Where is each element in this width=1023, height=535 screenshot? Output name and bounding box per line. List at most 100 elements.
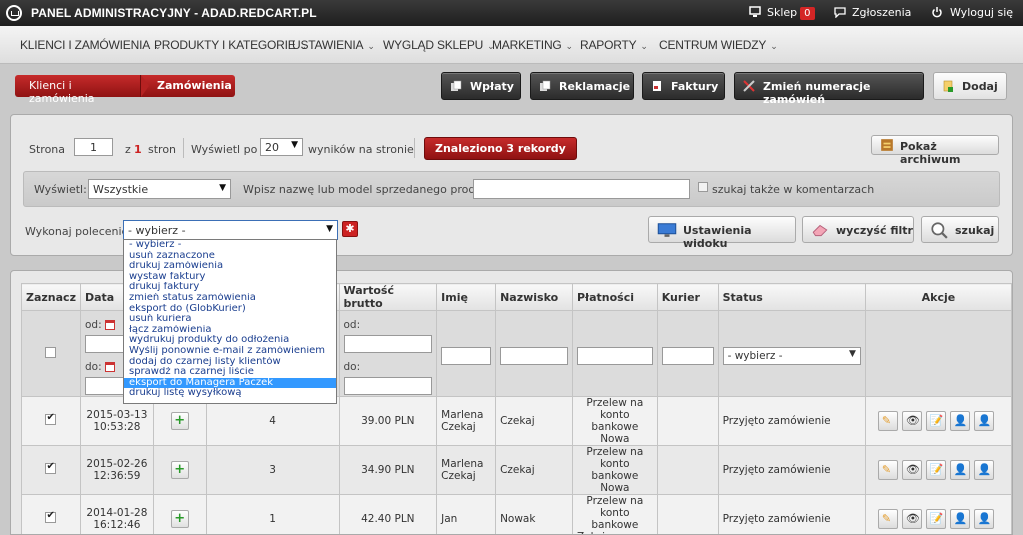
nav-item-settings[interactable]: USTAWIENIA ⌄ (292, 38, 375, 52)
nav-item-clients-orders[interactable]: KLIENCI I ZAMÓWIENIA ⌄ (20, 38, 162, 52)
command-option[interactable]: drukuj listę wysyłkową (124, 388, 336, 399)
edit-pencil-icon[interactable]: ✎ (877, 509, 898, 529)
search-comments-label: szukaj także w komentarzach (712, 183, 875, 196)
nav-item-shop-look[interactable]: WYGLĄD SKLEPU ⌄ (383, 38, 495, 52)
breadcrumb-parent[interactable]: Klienci i zamówienia (15, 75, 140, 105)
view-eye-icon[interactable]: 👁 (901, 460, 922, 480)
reports-link[interactable]: Zgłoszenia (852, 6, 911, 19)
command-option[interactable]: usuń kuriera (124, 314, 336, 325)
order-value: 39.00 PLN (338, 396, 438, 446)
nav-item-knowledge-center[interactable]: CENTRUM WIEDZY ⌄ (659, 38, 778, 52)
courier-filter-input[interactable] (661, 346, 714, 365)
command-option[interactable]: wystaw faktury (124, 272, 336, 283)
nav-item-reports[interactable]: RAPORTY ⌄ (580, 38, 648, 52)
search-row: Wyświetl: Wszystkie ▼ Wpisz nazwę lub mod… (23, 171, 1000, 207)
command-option[interactable]: dodaj do czarnej listy klientów (124, 357, 336, 368)
renumber-orders-button[interactable]: Zmień numeracje zamówień (734, 72, 924, 106)
customer-first-name: Marlena Czekaj (436, 396, 497, 446)
product-search-input[interactable] (473, 179, 690, 199)
per-page-select[interactable]: 20 ▼ (260, 138, 303, 156)
command-option[interactable]: łącz zamówienia (124, 325, 336, 336)
col-first-name[interactable]: Imię (436, 283, 497, 311)
col-last-name[interactable]: Nazwisko (495, 283, 573, 311)
dropdown-arrow-icon: ▼ (326, 224, 333, 234)
edit-pencil-icon[interactable]: ✎ (877, 411, 898, 431)
add-button[interactable]: Dodaj (933, 72, 1007, 100)
command-option[interactable]: eksport do Managera Paczek (124, 377, 336, 389)
edit-document-icon[interactable]: 📝 (925, 411, 946, 431)
value-from-input[interactable] (343, 335, 433, 353)
table-row[interactable]: 2015-02-2612:36:59 + 3 34.90 PLN Marlena… (21, 445, 1012, 495)
top-bar: PANEL ADMINISTRACYJNY - ADAD.REDCART.PL … (0, 0, 1023, 26)
user-icon[interactable]: 👤 (949, 460, 970, 480)
nav-item-marketing[interactable]: MARKETING ⌄ (492, 38, 573, 52)
command-option[interactable]: zmień status zamówienia (124, 293, 336, 304)
user-profile-icon[interactable]: 👤 (973, 411, 994, 431)
command-option[interactable]: sprawdź na czarnej liście (124, 367, 336, 378)
col-value[interactable]: Wartość brutto (338, 283, 438, 311)
edit-document-icon[interactable]: 📝 (925, 509, 946, 529)
page-label: Strona (29, 143, 66, 156)
row-checkbox[interactable] (45, 510, 57, 523)
copy-icon (540, 80, 551, 91)
view-settings-button[interactable]: Ustawienia widoku (648, 216, 796, 250)
shop-label: Sklep (767, 6, 798, 19)
clear-filter-button[interactable]: wyczyść filtr (802, 216, 914, 243)
expand-products-plus-icon[interactable]: + (170, 510, 189, 528)
command-option[interactable]: - wybierz - (124, 240, 336, 251)
shop-link[interactable]: Sklep 0 (767, 6, 815, 20)
expand-products-plus-icon[interactable]: + (170, 461, 189, 479)
user-profile-icon[interactable]: 👤 (973, 460, 994, 480)
nav-label: CENTRUM WIEDZY (659, 38, 767, 52)
col-status[interactable]: Status (717, 283, 866, 311)
row-checkbox[interactable] (45, 461, 57, 474)
nav-item-products-categories[interactable]: PRODUKTY I KATEGORIE ⌄ (154, 38, 307, 52)
value-from-label: od: (343, 319, 361, 331)
execute-command-gear-icon[interactable]: ✱ (342, 221, 358, 237)
command-dropdown-list[interactable]: - wybierz - usuń zaznaczone drukuj zamówie… (123, 239, 337, 404)
edit-pencil-icon[interactable]: ✎ (877, 460, 898, 480)
user-profile-icon[interactable]: 👤 (973, 509, 994, 529)
last-name-filter-input[interactable] (500, 346, 568, 365)
col-payment[interactable]: Płatności (571, 283, 658, 311)
table-row[interactable]: 2014-01-2816:12:46 + 1 42.40 PLN Jan Now… (21, 494, 1012, 534)
user-icon[interactable]: 👤 (949, 411, 970, 431)
view-eye-icon[interactable]: 👁 (901, 509, 922, 529)
search-button[interactable]: szukaj (921, 216, 999, 243)
first-name-filter-input[interactable] (441, 346, 492, 365)
payment-method: Przelew na konto bankowe Nowa (571, 396, 658, 446)
nav-label: PRODUKTY I KATEGORIE (154, 38, 296, 52)
command-option[interactable]: usuń zaznaczone (124, 251, 336, 262)
command-select[interactable]: - wybierz - ▼ (123, 220, 338, 240)
page-input[interactable]: 1 (74, 138, 113, 156)
command-option[interactable]: Wyślij ponownie e-mail z zamówieniem (124, 346, 336, 357)
user-icon[interactable]: 👤 (949, 509, 970, 529)
edit-document-icon[interactable]: 📝 (925, 460, 946, 480)
col-courier[interactable]: Kurier (656, 283, 719, 311)
calendar-icon[interactable] (104, 362, 115, 372)
of-label: z (125, 143, 131, 156)
command-option[interactable]: eksport do (GlobKurier) (124, 304, 336, 315)
found-records-badge: Znaleziono 3 rekordy (424, 137, 577, 160)
complaints-button[interactable]: Reklamacje (530, 72, 634, 100)
calendar-icon[interactable] (104, 320, 115, 330)
search-comments-checkbox[interactable] (698, 182, 708, 192)
command-option[interactable]: drukuj zamówienia (124, 261, 336, 272)
logout-link[interactable]: Wyloguj się (950, 6, 1013, 19)
col-select[interactable]: Zaznacz (21, 283, 81, 311)
command-option[interactable]: wydrukuj produkty do odłożenia (124, 335, 336, 346)
status-filter-select[interactable]: - wybierz - ▼ (722, 346, 861, 365)
value-to-input[interactable] (343, 377, 433, 395)
expand-products-plus-icon[interactable]: + (170, 412, 189, 430)
chevron-down-icon: ⌄ (367, 41, 375, 51)
order-value: 34.90 PLN (338, 445, 438, 495)
view-eye-icon[interactable]: 👁 (901, 411, 922, 431)
display-select[interactable]: Wszystkie ▼ (88, 179, 231, 199)
invoices-button[interactable]: Faktury (642, 72, 725, 100)
payments-button[interactable]: Wpłaty (441, 72, 521, 100)
select-all-checkbox[interactable] (45, 346, 57, 358)
payment-filter-input[interactable] (576, 346, 653, 365)
show-archive-button[interactable]: Pokaż archiwum (871, 135, 999, 166)
command-option[interactable]: drukuj faktury (124, 282, 336, 293)
row-checkbox[interactable] (45, 412, 57, 425)
